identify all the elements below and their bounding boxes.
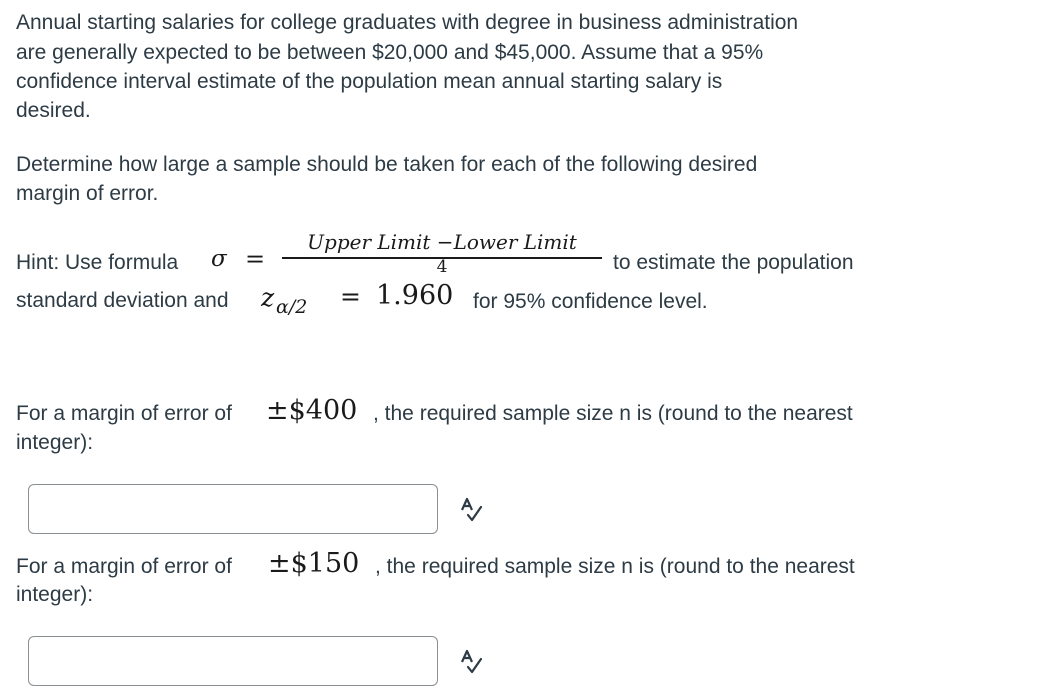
part-suffix: , the required sample size n is (round t… <box>375 555 855 578</box>
hint-line2-suffix: for 95% confidence level. <box>473 290 708 313</box>
intro-line: Annual starting salaries for college gra… <box>16 11 799 34</box>
part-prefix: For a margin of error of <box>16 402 232 425</box>
intro-line: are generally expected to be between $20… <box>16 41 764 64</box>
equals-sign: = <box>340 282 361 311</box>
spellcheck-icon[interactable] <box>460 649 484 675</box>
fraction-numerator: Upper Limit −Lower Limit <box>307 230 577 254</box>
margin-value: ±$400 <box>266 395 358 426</box>
task-line: Determine how large a sample should be t… <box>16 153 758 176</box>
z-subscript: α/2 <box>276 296 308 318</box>
part-line2: integer): <box>16 583 94 606</box>
part-suffix: , the required sample size n is (round t… <box>373 402 853 425</box>
part-line2: integer): <box>16 431 94 454</box>
sigma-fraction: Upper Limit −Lower Limit 4 <box>282 230 602 275</box>
sigma-symbol: σ <box>211 246 227 272</box>
hint-prefix: Hint: Use formula <box>16 251 179 274</box>
z-symbol: z <box>261 283 275 312</box>
hint-line2-prefix: standard deviation and <box>16 289 229 312</box>
answer-input-1[interactable] <box>28 484 438 534</box>
task-line: margin of error. <box>16 182 159 205</box>
equals-sign: = <box>245 245 266 273</box>
hint-suffix: to estimate the population <box>613 251 854 274</box>
answer-input-2[interactable] <box>28 636 438 686</box>
spellcheck-icon[interactable] <box>460 497 484 523</box>
intro-line: confidence interval estimate of the popu… <box>16 70 723 93</box>
z-value: 1.960 <box>376 280 454 311</box>
fraction-denominator: 4 <box>436 256 448 277</box>
intro-line: desired. <box>16 99 91 122</box>
margin-value: ±$150 <box>268 548 360 579</box>
part-prefix: For a margin of error of <box>16 555 232 578</box>
